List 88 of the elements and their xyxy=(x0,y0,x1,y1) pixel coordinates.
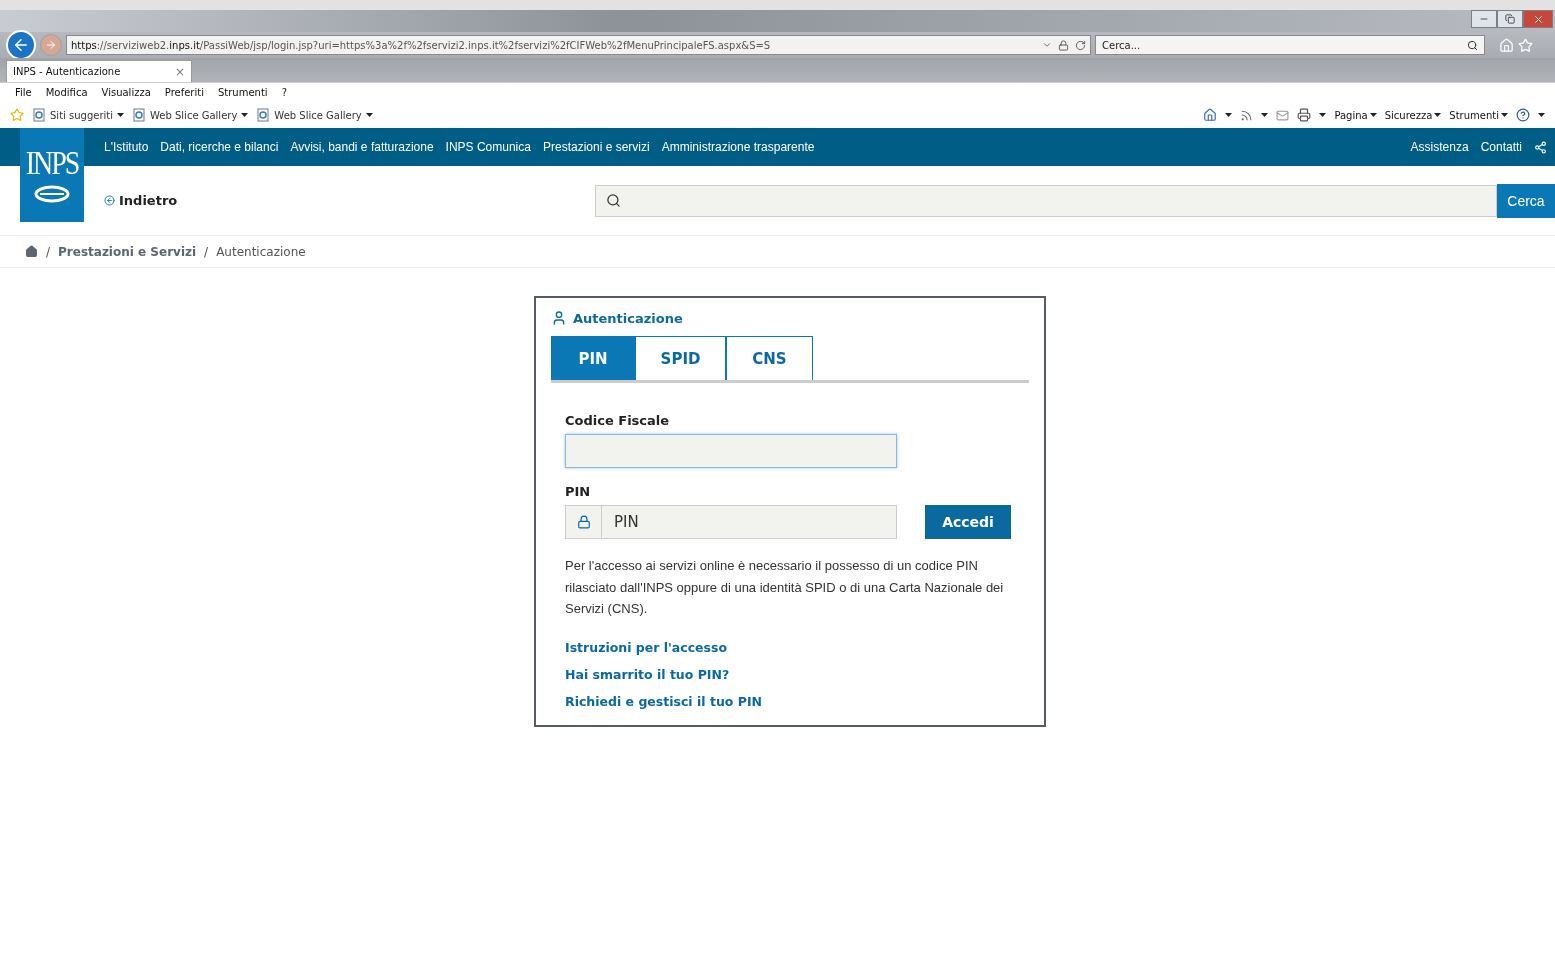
share-icon xyxy=(1534,140,1547,154)
field-label: Codice Fiscale xyxy=(565,413,671,428)
caret-icon xyxy=(1225,113,1233,117)
tab-title: INPS - Autenticazione xyxy=(13,66,121,77)
caret-icon xyxy=(1538,113,1545,117)
field-label: PIN xyxy=(565,484,592,499)
caret-icon xyxy=(365,113,373,117)
login-tab[interactable]: PIN xyxy=(551,336,635,380)
nav-link[interactable]: INPS Comunica xyxy=(445,140,531,154)
nav-link[interactable]: Amministrazione trasparente xyxy=(661,140,815,154)
menu-item[interactable]: Preferiti xyxy=(164,87,204,98)
pin-input-group[interactable]: PIN xyxy=(565,505,897,539)
caret-icon xyxy=(241,113,249,117)
logo-text: INPS xyxy=(25,143,79,183)
page-icon xyxy=(132,108,146,122)
feed-icon xyxy=(1240,108,1254,122)
caret-icon xyxy=(1434,113,1442,117)
print-icon xyxy=(1297,108,1312,122)
help-link[interactable]: Istruzioni per l'accesso xyxy=(565,639,1029,655)
favorites-item[interactable]: Web Slice Gallery xyxy=(256,108,373,122)
caret-icon xyxy=(117,113,124,117)
breadcrumb-current: Autenticazione xyxy=(216,244,306,259)
info-text: Per l'accesso ai servizi online è necessario il possesso di un codice PIN rilasciato dall'INPS oppure di una identità SPID o di una Carta Nazionale dei Servizi (CNS). xyxy=(565,557,1005,618)
minimize-button[interactable] xyxy=(1471,10,1497,28)
nav-link[interactable]: Dati, ricerche e bilanci xyxy=(160,140,279,154)
nav-link[interactable]: L'Istituto xyxy=(104,140,149,154)
help-icon xyxy=(1516,108,1530,122)
search-field[interactable]: Cerca... xyxy=(1095,35,1485,55)
back-link[interactable]: Indietro xyxy=(104,193,595,208)
forward-icon xyxy=(45,39,57,51)
dropdown-icon xyxy=(1042,40,1052,50)
home-icon xyxy=(1499,37,1514,53)
caret-icon xyxy=(1369,113,1377,117)
caret-icon xyxy=(1319,113,1327,117)
search-icon xyxy=(606,193,621,208)
search-button[interactable]: Cerca xyxy=(1497,183,1555,218)
menu-item[interactable]: ? xyxy=(281,87,287,98)
lock-icon xyxy=(576,515,591,529)
browser-tab[interactable]: INPS - Autenticazione × xyxy=(6,60,192,82)
menu-item[interactable]: Strumenti xyxy=(217,87,268,98)
login-button[interactable]: Accedi xyxy=(925,505,1011,539)
nav-link[interactable]: Avvisi, bandi e fatturazione xyxy=(290,140,434,154)
breadcrumb-separator: / xyxy=(46,244,51,259)
user-icon xyxy=(551,310,567,326)
refresh-icon xyxy=(1075,39,1086,51)
restore-icon xyxy=(1505,14,1515,24)
pin-field[interactable]: PIN xyxy=(602,506,896,538)
home-icon[interactable] xyxy=(25,245,38,258)
caret-icon xyxy=(1261,113,1269,117)
breadcrumb-separator: / xyxy=(204,244,209,259)
help-link[interactable]: Hai smarrito il tuo PIN? xyxy=(565,666,1029,682)
nav-link[interactable]: Contatti xyxy=(1480,140,1522,154)
nav-link[interactable]: Assistenza xyxy=(1410,140,1469,154)
command-menu[interactable]: Sicurezza xyxy=(1384,109,1442,121)
command-menu[interactable]: Pagina xyxy=(1334,109,1377,121)
command-menu[interactable]: Strumenti xyxy=(1449,109,1508,121)
nav-link[interactable]: Prestazioni e servizi xyxy=(542,140,650,154)
fiscal-code-field[interactable] xyxy=(565,434,897,468)
login-tab[interactable]: CNS xyxy=(726,336,813,380)
menu-item[interactable]: Modifica xyxy=(45,87,88,98)
back-icon xyxy=(12,36,30,54)
site-search-field[interactable] xyxy=(595,184,1497,217)
help-link[interactable]: Richiedi e gestisci il tuo PIN xyxy=(565,693,1029,709)
home-icon xyxy=(1203,108,1218,122)
card-title: Autenticazione xyxy=(573,310,683,326)
address-bar[interactable]: https://serviziweb2.inps.it/PassiWeb/jsp/login.jsp?uri=https%3a%2f%2fservizi2.inps.it%2fservizi%2fCIFWeb%2fMenuPrincipaleFS.aspx&S=S xyxy=(66,35,1091,55)
favorites-item[interactable]: Web Slice Gallery xyxy=(132,108,249,122)
menu-item[interactable]: File xyxy=(15,87,32,98)
tab-close-button[interactable]: × xyxy=(174,64,185,79)
mail-icon xyxy=(1276,108,1290,122)
close-icon xyxy=(1532,13,1544,25)
login-tab[interactable]: SPID xyxy=(635,336,726,380)
back-circle-icon xyxy=(104,195,115,206)
restore-button[interactable] xyxy=(1497,10,1523,28)
lock-icon xyxy=(1058,39,1069,51)
breadcrumb-link[interactable]: Prestazioni e Servizi xyxy=(58,244,197,259)
inps-logo[interactable]: INPS xyxy=(20,128,84,222)
star-icon xyxy=(1518,37,1533,53)
favorites-item[interactable]: Siti suggeriti xyxy=(32,108,124,122)
forward-button[interactable] xyxy=(40,34,62,56)
page-icon xyxy=(256,108,271,122)
search-icon xyxy=(1467,39,1478,51)
menu-item[interactable]: Visualizza xyxy=(101,87,151,98)
url-text: https://serviziweb2.inps.it/PassiWeb/jsp/login.jsp?uri=https%3a%2f%2fservizi2.inps.it%2fservizi%2fCIFWeb%2fMenuPrincipaleFS.aspx&S=S xyxy=(71,39,772,51)
page-icon xyxy=(32,108,46,122)
close-button[interactable] xyxy=(1523,10,1553,28)
caret-icon xyxy=(1501,113,1508,117)
favorites-star-icon xyxy=(10,108,24,122)
